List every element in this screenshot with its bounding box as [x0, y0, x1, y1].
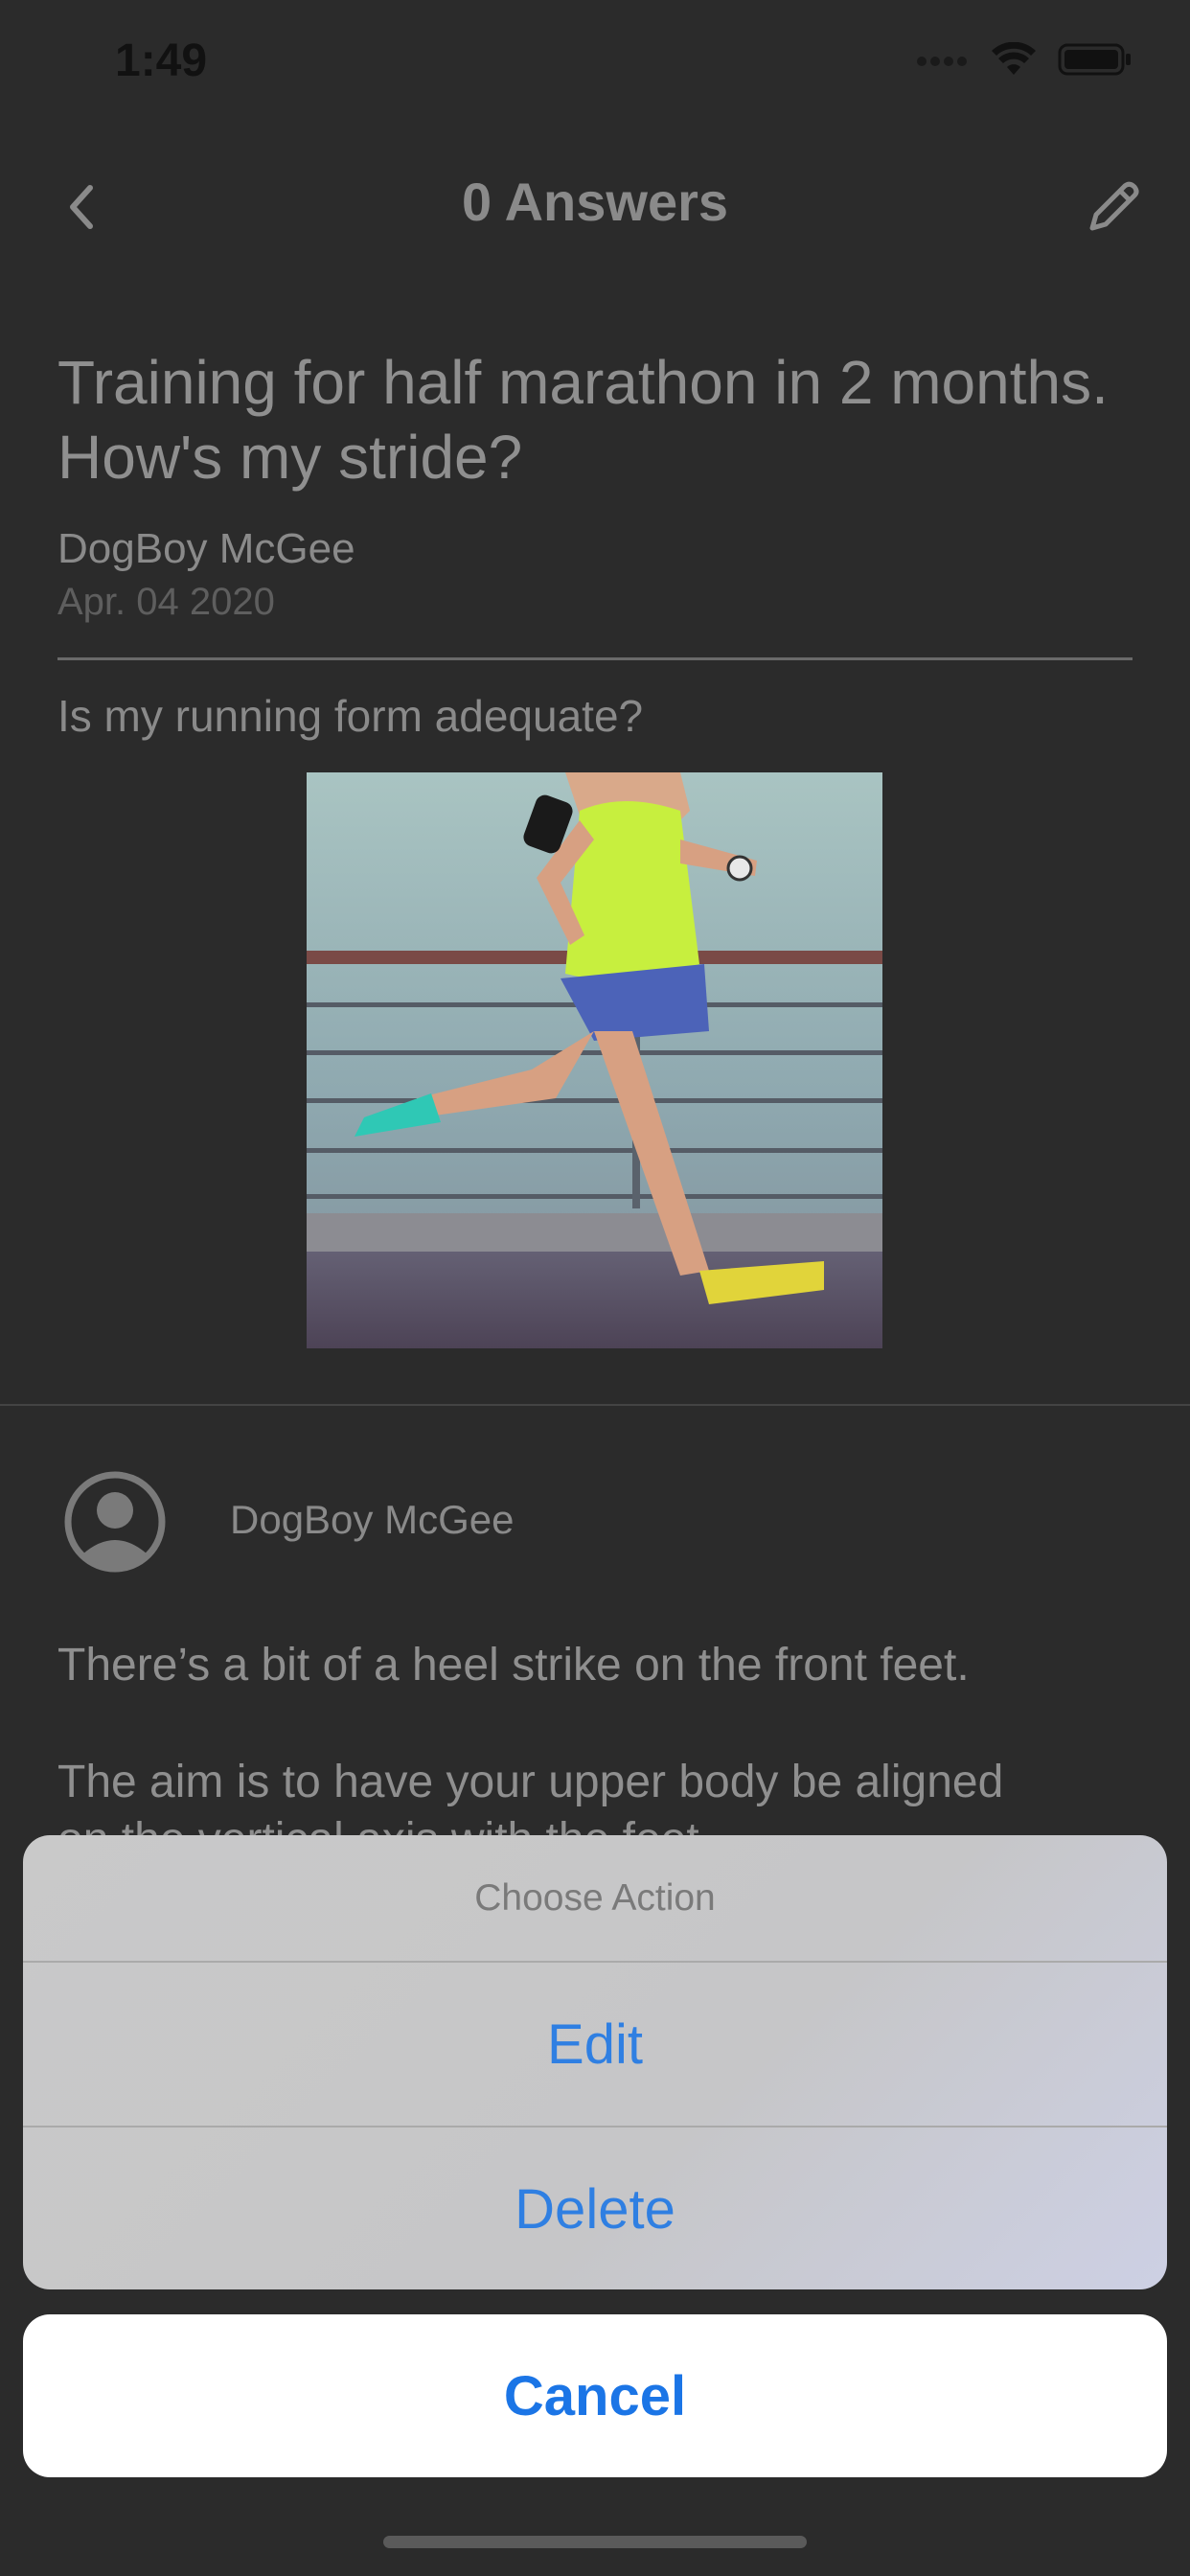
question-date: Apr. 04 2020 — [57, 581, 275, 623]
cancel-button[interactable]: Cancel — [23, 2314, 1167, 2477]
runner-photo[interactable] — [307, 772, 882, 1348]
question-title: Training for half marathon in 2 months. … — [57, 348, 1109, 492]
section-divider — [0, 1404, 1190, 1406]
navigation-bar: 0 Answers — [0, 144, 1190, 268]
avatar-icon[interactable] — [63, 1470, 167, 1574]
battery-icon — [1058, 43, 1131, 76]
signal-icon — [917, 57, 967, 66]
nav-title: 0 Answers — [461, 172, 729, 232]
edit-button[interactable]: Edit — [23, 1963, 1167, 2126]
home-indicator[interactable] — [383, 2536, 807, 2548]
action-sheet-title: Choose Action — [474, 1876, 716, 1919]
delete-button[interactable]: Delete — [23, 2128, 1167, 2289]
wifi-icon — [992, 42, 1036, 75]
status-bar: 1:49 — [0, 0, 1190, 134]
runner-photo-illustration — [307, 772, 882, 1348]
answer-author: DogBoy McGee — [230, 1497, 515, 1542]
question-body: Is my running form adequate? — [57, 691, 644, 741]
action-sheet: Choose Action Edit Delete — [23, 1835, 1167, 2289]
divider — [57, 657, 1133, 660]
status-time: 1:49 — [115, 35, 208, 86]
status-icons — [916, 42, 1133, 77]
question-detail-screen: 1:49 0 Answers Training for half maratho… — [0, 0, 1190, 2576]
answer-text: There’s a bit of a heel strike on the fr… — [57, 1640, 970, 1690]
pencil-icon[interactable] — [1079, 174, 1146, 242]
question-author: DogBoy McGee — [57, 525, 355, 572]
answer-text: The aim is to have your upper body be al… — [57, 1757, 1004, 1807]
